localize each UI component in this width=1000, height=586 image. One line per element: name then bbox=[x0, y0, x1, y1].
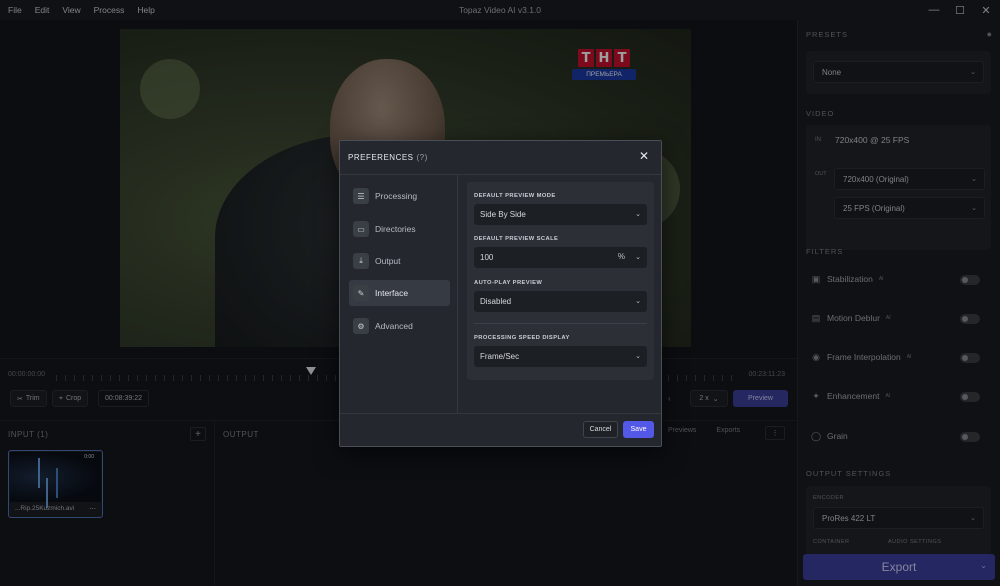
dialog-divider bbox=[340, 174, 661, 175]
preferences-dialog: PREFERENCES (?) ✕ ☰ Processing ▭ Director… bbox=[339, 140, 662, 447]
dialog-title: PREFERENCES (?) bbox=[348, 153, 428, 162]
gear-icon: ⚙ bbox=[353, 318, 369, 334]
dialog-divider bbox=[457, 174, 458, 413]
chevron-down-icon: ⌄ bbox=[635, 254, 641, 261]
default-preview-mode-value: Side By Side bbox=[480, 210, 526, 219]
nav-label: Advanced bbox=[375, 321, 413, 331]
interface-settings-panel: DEFAULT PREVIEW MODE Side By Side ⌄ DEFA… bbox=[467, 182, 654, 380]
auto-play-preview-label: AUTO-PLAY PREVIEW bbox=[474, 280, 543, 286]
chevron-down-icon: ⌄ bbox=[635, 353, 641, 360]
default-preview-scale-input[interactable]: 100 % ⌄ bbox=[474, 247, 647, 268]
processing-speed-display-label: PROCESSING SPEED DISPLAY bbox=[474, 335, 570, 341]
default-preview-mode-select[interactable]: Side By Side ⌄ bbox=[474, 204, 647, 225]
default-preview-scale-label: DEFAULT PREVIEW SCALE bbox=[474, 236, 559, 242]
nav-advanced[interactable]: ⚙ Advanced bbox=[349, 313, 450, 339]
download-icon: ⤓ bbox=[353, 253, 369, 269]
processing-speed-display-select[interactable]: Frame/Sec ⌄ bbox=[474, 346, 647, 367]
nav-label: Interface bbox=[375, 288, 409, 298]
nav-directories[interactable]: ▭ Directories bbox=[349, 216, 450, 242]
nav-label: Processing bbox=[375, 191, 418, 201]
interface-icon: ✎ bbox=[353, 285, 369, 301]
nav-output[interactable]: ⤓ Output bbox=[349, 248, 450, 274]
default-preview-scale-value: 100 bbox=[480, 253, 494, 262]
auto-play-preview-select[interactable]: Disabled ⌄ bbox=[474, 291, 647, 312]
help-icon[interactable]: (?) bbox=[417, 153, 428, 162]
default-preview-mode-label: DEFAULT PREVIEW MODE bbox=[474, 193, 556, 199]
processing-icon: ☰ bbox=[353, 188, 369, 204]
nav-label: Output bbox=[375, 256, 401, 266]
processing-speed-display-value: Frame/Sec bbox=[480, 352, 520, 361]
auto-play-preview-value: Disabled bbox=[480, 297, 512, 306]
app-window: File Edit View Process Help Topaz Video … bbox=[0, 0, 1000, 586]
chevron-down-icon: ⌄ bbox=[635, 211, 641, 218]
chevron-down-icon: ⌄ bbox=[635, 298, 641, 305]
dialog-divider bbox=[340, 413, 661, 414]
close-icon[interactable]: ✕ bbox=[638, 149, 650, 163]
nav-interface[interactable]: ✎ Interface bbox=[349, 280, 450, 306]
settings-divider bbox=[474, 323, 647, 324]
save-button[interactable]: Save bbox=[623, 421, 654, 438]
dialog-title-text: PREFERENCES bbox=[348, 153, 414, 162]
nav-label: Directories bbox=[375, 224, 416, 234]
cancel-button[interactable]: Cancel bbox=[583, 421, 618, 438]
percent-unit: % bbox=[617, 252, 625, 261]
folder-icon: ▭ bbox=[353, 221, 369, 237]
nav-processing[interactable]: ☰ Processing bbox=[349, 183, 450, 209]
